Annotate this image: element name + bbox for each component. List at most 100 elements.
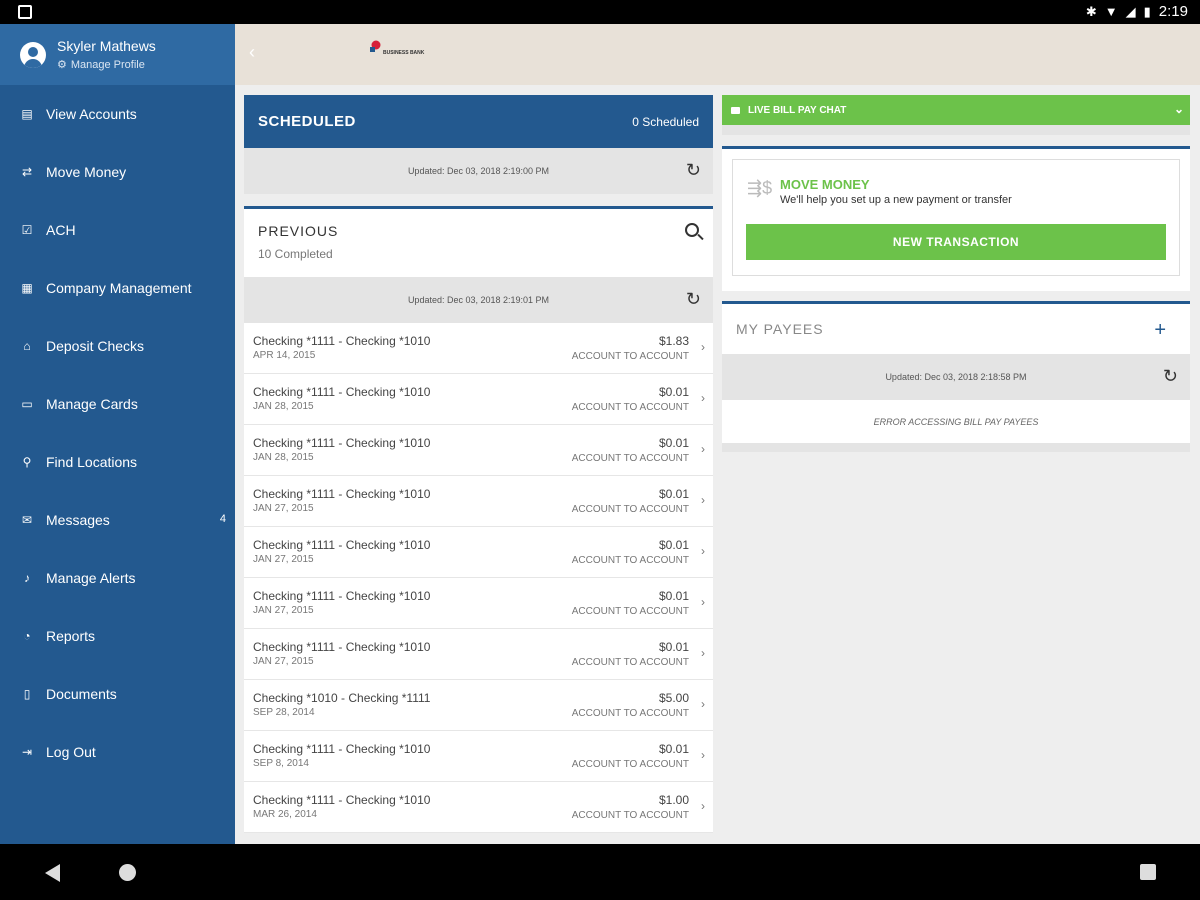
sidebar-item-messages[interactable]: ✉ Messages 4 xyxy=(0,491,235,549)
transaction-amount: $0.01 xyxy=(658,487,689,501)
profile-header[interactable]: Skyler Mathews ⚙ Manage Profile xyxy=(0,24,235,85)
back-chevron-icon[interactable]: ‹ xyxy=(249,42,255,63)
payees-header: MY PAYEES + xyxy=(722,304,1190,354)
previous-title: PREVIOUS xyxy=(258,223,339,239)
chevron-right-icon: › xyxy=(701,340,705,354)
logo-mark-icon xyxy=(370,40,381,52)
refresh-icon[interactable]: ↻ xyxy=(686,289,701,310)
scheduled-updated-bar: Updated: Dec 03, 2018 2:19:00 PM ↻ xyxy=(244,148,713,194)
transaction-type: ACCOUNT TO ACCOUNT xyxy=(571,402,689,413)
transaction-row[interactable]: Checking *1111 - Checking *1010 APR 14, 2… xyxy=(244,323,713,374)
chevron-right-icon: › xyxy=(701,748,705,762)
dollar-transfer-icon: ⇶$ xyxy=(747,178,773,198)
sidebar-item-ach[interactable]: ☑ ACH xyxy=(0,201,235,259)
sidebar-item-label: Manage Cards xyxy=(46,396,138,412)
chat-spacer xyxy=(722,125,1190,135)
sidebar-item-label: Move Money xyxy=(46,164,127,180)
move-money-card: ⇶$ MOVE MONEY We'll help you set up a ne… xyxy=(722,146,1190,291)
check-icon: ☑ xyxy=(21,223,33,237)
live-chat-bar[interactable]: LIVE BILL PAY CHAT ⌄ xyxy=(722,95,1190,125)
sidebar-item-move-money[interactable]: ⇄ Move Money xyxy=(0,143,235,201)
transaction-row[interactable]: Checking *1111 - Checking *1010 JAN 27, 2… xyxy=(244,629,713,680)
bank-icon: ⌂ xyxy=(23,339,31,353)
sidebar-item-deposit-checks[interactable]: ⌂ Deposit Checks xyxy=(0,317,235,375)
sidebar-item-label: View Accounts xyxy=(46,106,137,122)
sidebar-item-reports[interactable]: ◔ Reports xyxy=(0,607,235,665)
chevron-right-icon: › xyxy=(701,697,705,711)
sidebar-item-manage-alerts[interactable]: ♪ Manage Alerts xyxy=(0,549,235,607)
sidebar-item-documents[interactable]: ▯ Documents xyxy=(0,665,235,723)
sidebar-item-label: Log Out xyxy=(46,744,96,760)
right-column: LIVE BILL PAY CHAT ⌄ ⇶$ MOVE MONEY We'll… xyxy=(722,95,1190,452)
chevron-right-icon: › xyxy=(701,493,705,507)
transaction-amount: $0.01 xyxy=(658,538,689,552)
chat-icon xyxy=(731,106,740,114)
payees-updated-text: Updated: Dec 03, 2018 2:18:58 PM xyxy=(885,372,1027,382)
transaction-type: ACCOUNT TO ACCOUNT xyxy=(571,708,689,719)
refresh-icon[interactable]: ↻ xyxy=(686,160,701,181)
manage-profile-link[interactable]: ⚙ Manage Profile xyxy=(57,58,156,72)
move-money-panel: ⇶$ MOVE MONEY We'll help you set up a ne… xyxy=(732,159,1180,276)
transaction-row[interactable]: Checking *1111 - Checking *1010 MAR 26, 2… xyxy=(244,782,713,833)
status-bar: ✱ ▼ ◢ ▮ 2:19 xyxy=(0,0,1200,24)
transaction-row[interactable]: Checking *1010 - Checking *1111 SEP 28, 2… xyxy=(244,680,713,731)
transaction-date: JAN 28, 2015 xyxy=(253,401,314,412)
logo-text: BUSINESS BANK xyxy=(383,50,425,56)
payees-title: MY PAYEES xyxy=(736,321,824,337)
transaction-type: ACCOUNT TO ACCOUNT xyxy=(571,453,689,464)
transaction-type: ACCOUNT TO ACCOUNT xyxy=(571,759,689,770)
sidebar-nav: ▤ View Accounts ⇄ Move Money ☑ ACH ▦ Company Ma… xyxy=(0,85,235,781)
avatar xyxy=(20,41,46,68)
transaction-date: JAN 27, 2015 xyxy=(253,656,314,667)
wifi-icon: ▼ xyxy=(1104,4,1118,19)
sidebar-item-find-locations[interactable]: ⚲ Find Locations xyxy=(0,433,235,491)
transaction-row[interactable]: Checking *1111 - Checking *1010 JAN 27, 2… xyxy=(244,578,713,629)
transaction-amount: $0.01 xyxy=(658,640,689,654)
transaction-name: Checking *1111 - Checking *1010 xyxy=(253,436,431,450)
profile-name: Skyler Mathews xyxy=(57,38,156,54)
building-icon: ▦ xyxy=(21,281,33,295)
search-icon[interactable] xyxy=(685,223,699,237)
transaction-row[interactable]: Checking *1111 - Checking *1010 JAN 27, 2… xyxy=(244,476,713,527)
previous-card: PREVIOUS 10 Completed Updated: Dec 03, 2… xyxy=(244,206,713,833)
system-back-icon[interactable] xyxy=(45,864,60,882)
top-bar: ‹ BUSINESS BANK xyxy=(235,24,1200,85)
transaction-date: JAN 27, 2015 xyxy=(253,554,314,565)
manage-profile-label: Manage Profile xyxy=(70,58,145,71)
unread-badge: 4 xyxy=(219,513,226,525)
transaction-row[interactable]: Checking *1111 - Checking *1010 SEP 8, 20… xyxy=(244,731,713,782)
battery-icon: ▮ xyxy=(1143,3,1151,19)
chevron-right-icon: › xyxy=(701,799,705,813)
sidebar-item-manage-cards[interactable]: ▭ Manage Cards xyxy=(0,375,235,433)
add-payee-plus-icon[interactable]: + xyxy=(1154,319,1166,342)
notification-image-icon xyxy=(18,5,32,19)
sidebar-item-log-out[interactable]: ⇥ Log Out xyxy=(0,723,235,781)
bell-icon: ♪ xyxy=(24,571,30,585)
new-transaction-button[interactable]: NEW TRANSACTION xyxy=(746,224,1166,260)
scheduled-title: SCHEDULED xyxy=(258,113,356,130)
location-pin-icon: ⚲ xyxy=(22,455,32,469)
chevron-right-icon: › xyxy=(701,544,705,558)
transaction-type: ACCOUNT TO ACCOUNT xyxy=(571,810,689,821)
sidebar-item-label: ACH xyxy=(46,222,76,238)
system-home-icon[interactable] xyxy=(119,864,136,881)
previous-updated-bar: Updated: Dec 03, 2018 2:19:01 PM ↻ xyxy=(244,277,713,323)
payees-updated-bar: Updated: Dec 03, 2018 2:18:58 PM ↻ xyxy=(722,354,1190,400)
transaction-amount: $1.83 xyxy=(658,334,689,348)
transaction-row[interactable]: Checking *1111 - Checking *1010 JAN 27, 2… xyxy=(244,527,713,578)
transaction-type: ACCOUNT TO ACCOUNT xyxy=(571,351,689,362)
transaction-date: MAR 26, 2014 xyxy=(253,809,317,820)
transfer-icon: ⇄ xyxy=(21,165,33,179)
transaction-row[interactable]: Checking *1111 - Checking *1010 JAN 28, 2… xyxy=(244,374,713,425)
transaction-date: JAN 28, 2015 xyxy=(253,452,314,463)
sidebar-item-company-management[interactable]: ▦ Company Management xyxy=(0,259,235,317)
system-recents-icon[interactable] xyxy=(1140,864,1156,880)
refresh-icon[interactable]: ↻ xyxy=(1163,366,1178,387)
transaction-name: Checking *1111 - Checking *1010 xyxy=(253,385,431,399)
transaction-name: Checking *1111 - Checking *1010 xyxy=(253,538,431,552)
transaction-row[interactable]: Checking *1111 - Checking *1010 JAN 28, 2… xyxy=(244,425,713,476)
previous-updated-text: Updated: Dec 03, 2018 2:19:01 PM xyxy=(407,295,550,305)
sidebar-item-view-accounts[interactable]: ▤ View Accounts xyxy=(0,85,235,143)
chevron-down-icon[interactable]: ⌄ xyxy=(1174,102,1184,116)
chevron-right-icon: › xyxy=(701,595,705,609)
